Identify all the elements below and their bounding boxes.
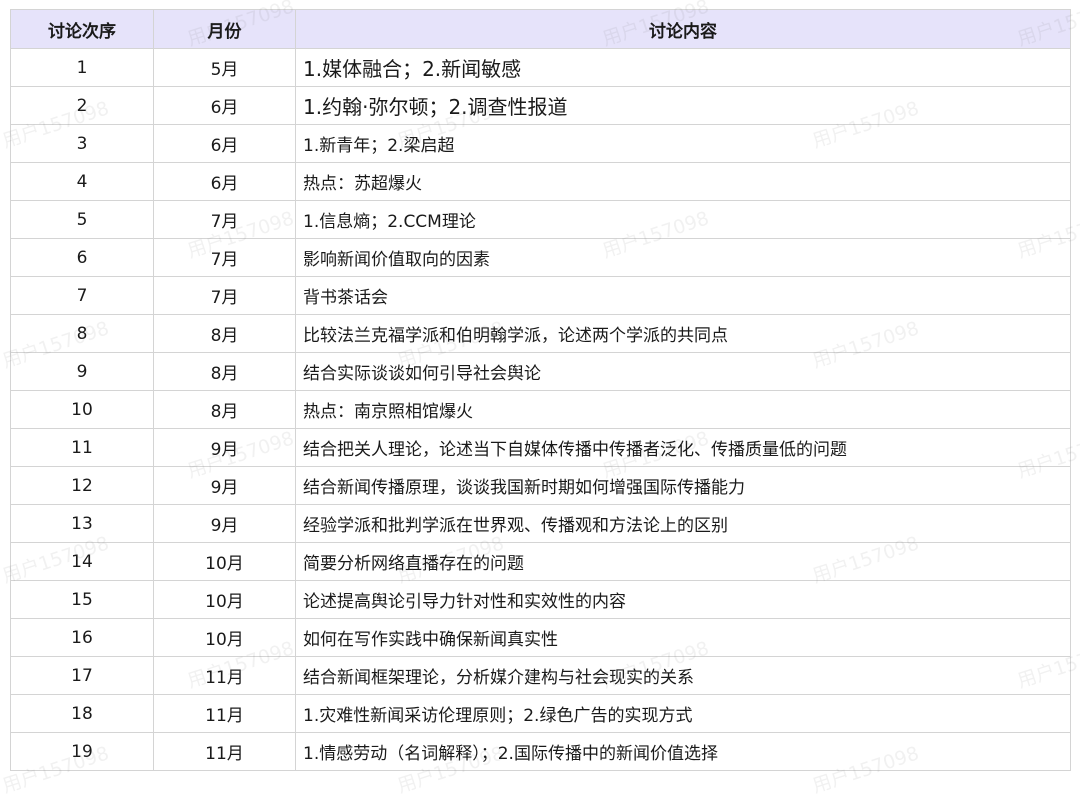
month-cell: 7月 bbox=[153, 200, 296, 239]
month-cell: 8月 bbox=[153, 352, 296, 391]
topic-cell: 1.信息熵；2.CCM理论 bbox=[295, 200, 1071, 239]
table-row: 12 9月 结合新闻传播原理，谈谈我国新时期如何增强国际传播能力 bbox=[10, 466, 1071, 505]
order-cell: 7 bbox=[10, 276, 154, 315]
order-cell: 14 bbox=[10, 542, 154, 581]
month-cell: 9月 bbox=[153, 504, 296, 543]
table-row: 7 7月 背书茶话会 bbox=[10, 276, 1071, 315]
table-header-row: 讨论次序 月份 讨论内容 bbox=[10, 9, 1071, 49]
topic-cell: 1.约翰·弥尔顿；2.调查性报道 bbox=[295, 86, 1071, 125]
topic-cell: 结合新闻传播原理，谈谈我国新时期如何增强国际传播能力 bbox=[295, 466, 1071, 505]
header-content: 讨论内容 bbox=[295, 9, 1071, 49]
table-row: 14 10月 简要分析网络直播存在的问题 bbox=[10, 542, 1071, 581]
topic-cell: 论述提高舆论引导力针对性和实效性的内容 bbox=[295, 580, 1071, 619]
table-row: 8 8月 比较法兰克福学派和伯明翰学派，论述两个学派的共同点 bbox=[10, 314, 1071, 353]
table-row: 6 7月 影响新闻价值取向的因素 bbox=[10, 238, 1071, 277]
order-cell: 17 bbox=[10, 656, 154, 695]
order-cell: 4 bbox=[10, 162, 154, 201]
topic-cell: 结合实际谈谈如何引导社会舆论 bbox=[295, 352, 1071, 391]
discussion-schedule-table: 讨论次序 月份 讨论内容 1 5月 1.媒体融合；2.新闻敏感 2 6月 1.约翰·弥尔顿… bbox=[10, 9, 1071, 771]
table-row: 19 11月 1.情感劳动（名词解释）；2.国际传播中的新闻价值选择 bbox=[10, 732, 1071, 771]
month-cell: 11月 bbox=[153, 694, 296, 733]
order-cell: 6 bbox=[10, 238, 154, 277]
table-body: 1 5月 1.媒体融合；2.新闻敏感 2 6月 1.约翰·弥尔顿；2.调查性报道 3 6月 1.… bbox=[10, 48, 1071, 771]
order-cell: 16 bbox=[10, 618, 154, 657]
order-cell: 13 bbox=[10, 504, 154, 543]
month-cell: 11月 bbox=[153, 656, 296, 695]
month-cell: 10月 bbox=[153, 542, 296, 581]
month-cell: 7月 bbox=[153, 238, 296, 277]
table-row: 15 10月 论述提高舆论引导力针对性和实效性的内容 bbox=[10, 580, 1071, 619]
table-row: 1 5月 1.媒体融合；2.新闻敏感 bbox=[10, 48, 1071, 87]
order-cell: 12 bbox=[10, 466, 154, 505]
topic-cell: 1.灾难性新闻采访伦理原则；2.绿色广告的实现方式 bbox=[295, 694, 1071, 733]
table-row: 3 6月 1.新青年；2.梁启超 bbox=[10, 124, 1071, 163]
topic-cell: 经验学派和批判学派在世界观、传播观和方法论上的区别 bbox=[295, 504, 1071, 543]
order-cell: 15 bbox=[10, 580, 154, 619]
topic-cell: 1.新青年；2.梁启超 bbox=[295, 124, 1071, 163]
table-row: 5 7月 1.信息熵；2.CCM理论 bbox=[10, 200, 1071, 239]
month-cell: 11月 bbox=[153, 732, 296, 771]
topic-cell: 结合新闻框架理论，分析媒介建构与社会现实的关系 bbox=[295, 656, 1071, 695]
topic-cell: 热点：苏超爆火 bbox=[295, 162, 1071, 201]
month-cell: 6月 bbox=[153, 124, 296, 163]
table-row: 2 6月 1.约翰·弥尔顿；2.调查性报道 bbox=[10, 86, 1071, 125]
topic-cell: 1.媒体融合；2.新闻敏感 bbox=[295, 48, 1071, 87]
order-cell: 2 bbox=[10, 86, 154, 125]
topic-cell: 如何在写作实践中确保新闻真实性 bbox=[295, 618, 1071, 657]
order-cell: 9 bbox=[10, 352, 154, 391]
topic-cell: 背书茶话会 bbox=[295, 276, 1071, 315]
topic-cell: 影响新闻价值取向的因素 bbox=[295, 238, 1071, 277]
topic-cell: 结合把关人理论，论述当下自媒体传播中传播者泛化、传播质量低的问题 bbox=[295, 428, 1071, 467]
topic-cell: 1.情感劳动（名词解释）；2.国际传播中的新闻价值选择 bbox=[295, 732, 1071, 771]
order-cell: 8 bbox=[10, 314, 154, 353]
month-cell: 9月 bbox=[153, 466, 296, 505]
order-cell: 3 bbox=[10, 124, 154, 163]
month-cell: 10月 bbox=[153, 580, 296, 619]
month-cell: 10月 bbox=[153, 618, 296, 657]
order-cell: 19 bbox=[10, 732, 154, 771]
topic-cell: 比较法兰克福学派和伯明翰学派，论述两个学派的共同点 bbox=[295, 314, 1071, 353]
table-row: 11 9月 结合把关人理论，论述当下自媒体传播中传播者泛化、传播质量低的问题 bbox=[10, 428, 1071, 467]
header-order: 讨论次序 bbox=[10, 9, 154, 49]
order-cell: 5 bbox=[10, 200, 154, 239]
table-row: 10 8月 热点：南京照相馆爆火 bbox=[10, 390, 1071, 429]
header-month: 月份 bbox=[153, 9, 296, 49]
schedule-table-container: 讨论次序 月份 讨论内容 1 5月 1.媒体融合；2.新闻敏感 2 6月 1.约翰·弥尔顿… bbox=[10, 9, 1071, 771]
order-cell: 18 bbox=[10, 694, 154, 733]
order-cell: 1 bbox=[10, 48, 154, 87]
table-row: 18 11月 1.灾难性新闻采访伦理原则；2.绿色广告的实现方式 bbox=[10, 694, 1071, 733]
order-cell: 10 bbox=[10, 390, 154, 429]
month-cell: 8月 bbox=[153, 390, 296, 429]
table-row: 9 8月 结合实际谈谈如何引导社会舆论 bbox=[10, 352, 1071, 391]
order-cell: 11 bbox=[10, 428, 154, 467]
month-cell: 6月 bbox=[153, 162, 296, 201]
topic-cell: 热点：南京照相馆爆火 bbox=[295, 390, 1071, 429]
table-row: 17 11月 结合新闻框架理论，分析媒介建构与社会现实的关系 bbox=[10, 656, 1071, 695]
topic-cell: 简要分析网络直播存在的问题 bbox=[295, 542, 1071, 581]
month-cell: 6月 bbox=[153, 86, 296, 125]
table-row: 13 9月 经验学派和批判学派在世界观、传播观和方法论上的区别 bbox=[10, 504, 1071, 543]
table-row: 16 10月 如何在写作实践中确保新闻真实性 bbox=[10, 618, 1071, 657]
month-cell: 7月 bbox=[153, 276, 296, 315]
month-cell: 5月 bbox=[153, 48, 296, 87]
month-cell: 8月 bbox=[153, 314, 296, 353]
table-row: 4 6月 热点：苏超爆火 bbox=[10, 162, 1071, 201]
month-cell: 9月 bbox=[153, 428, 296, 467]
